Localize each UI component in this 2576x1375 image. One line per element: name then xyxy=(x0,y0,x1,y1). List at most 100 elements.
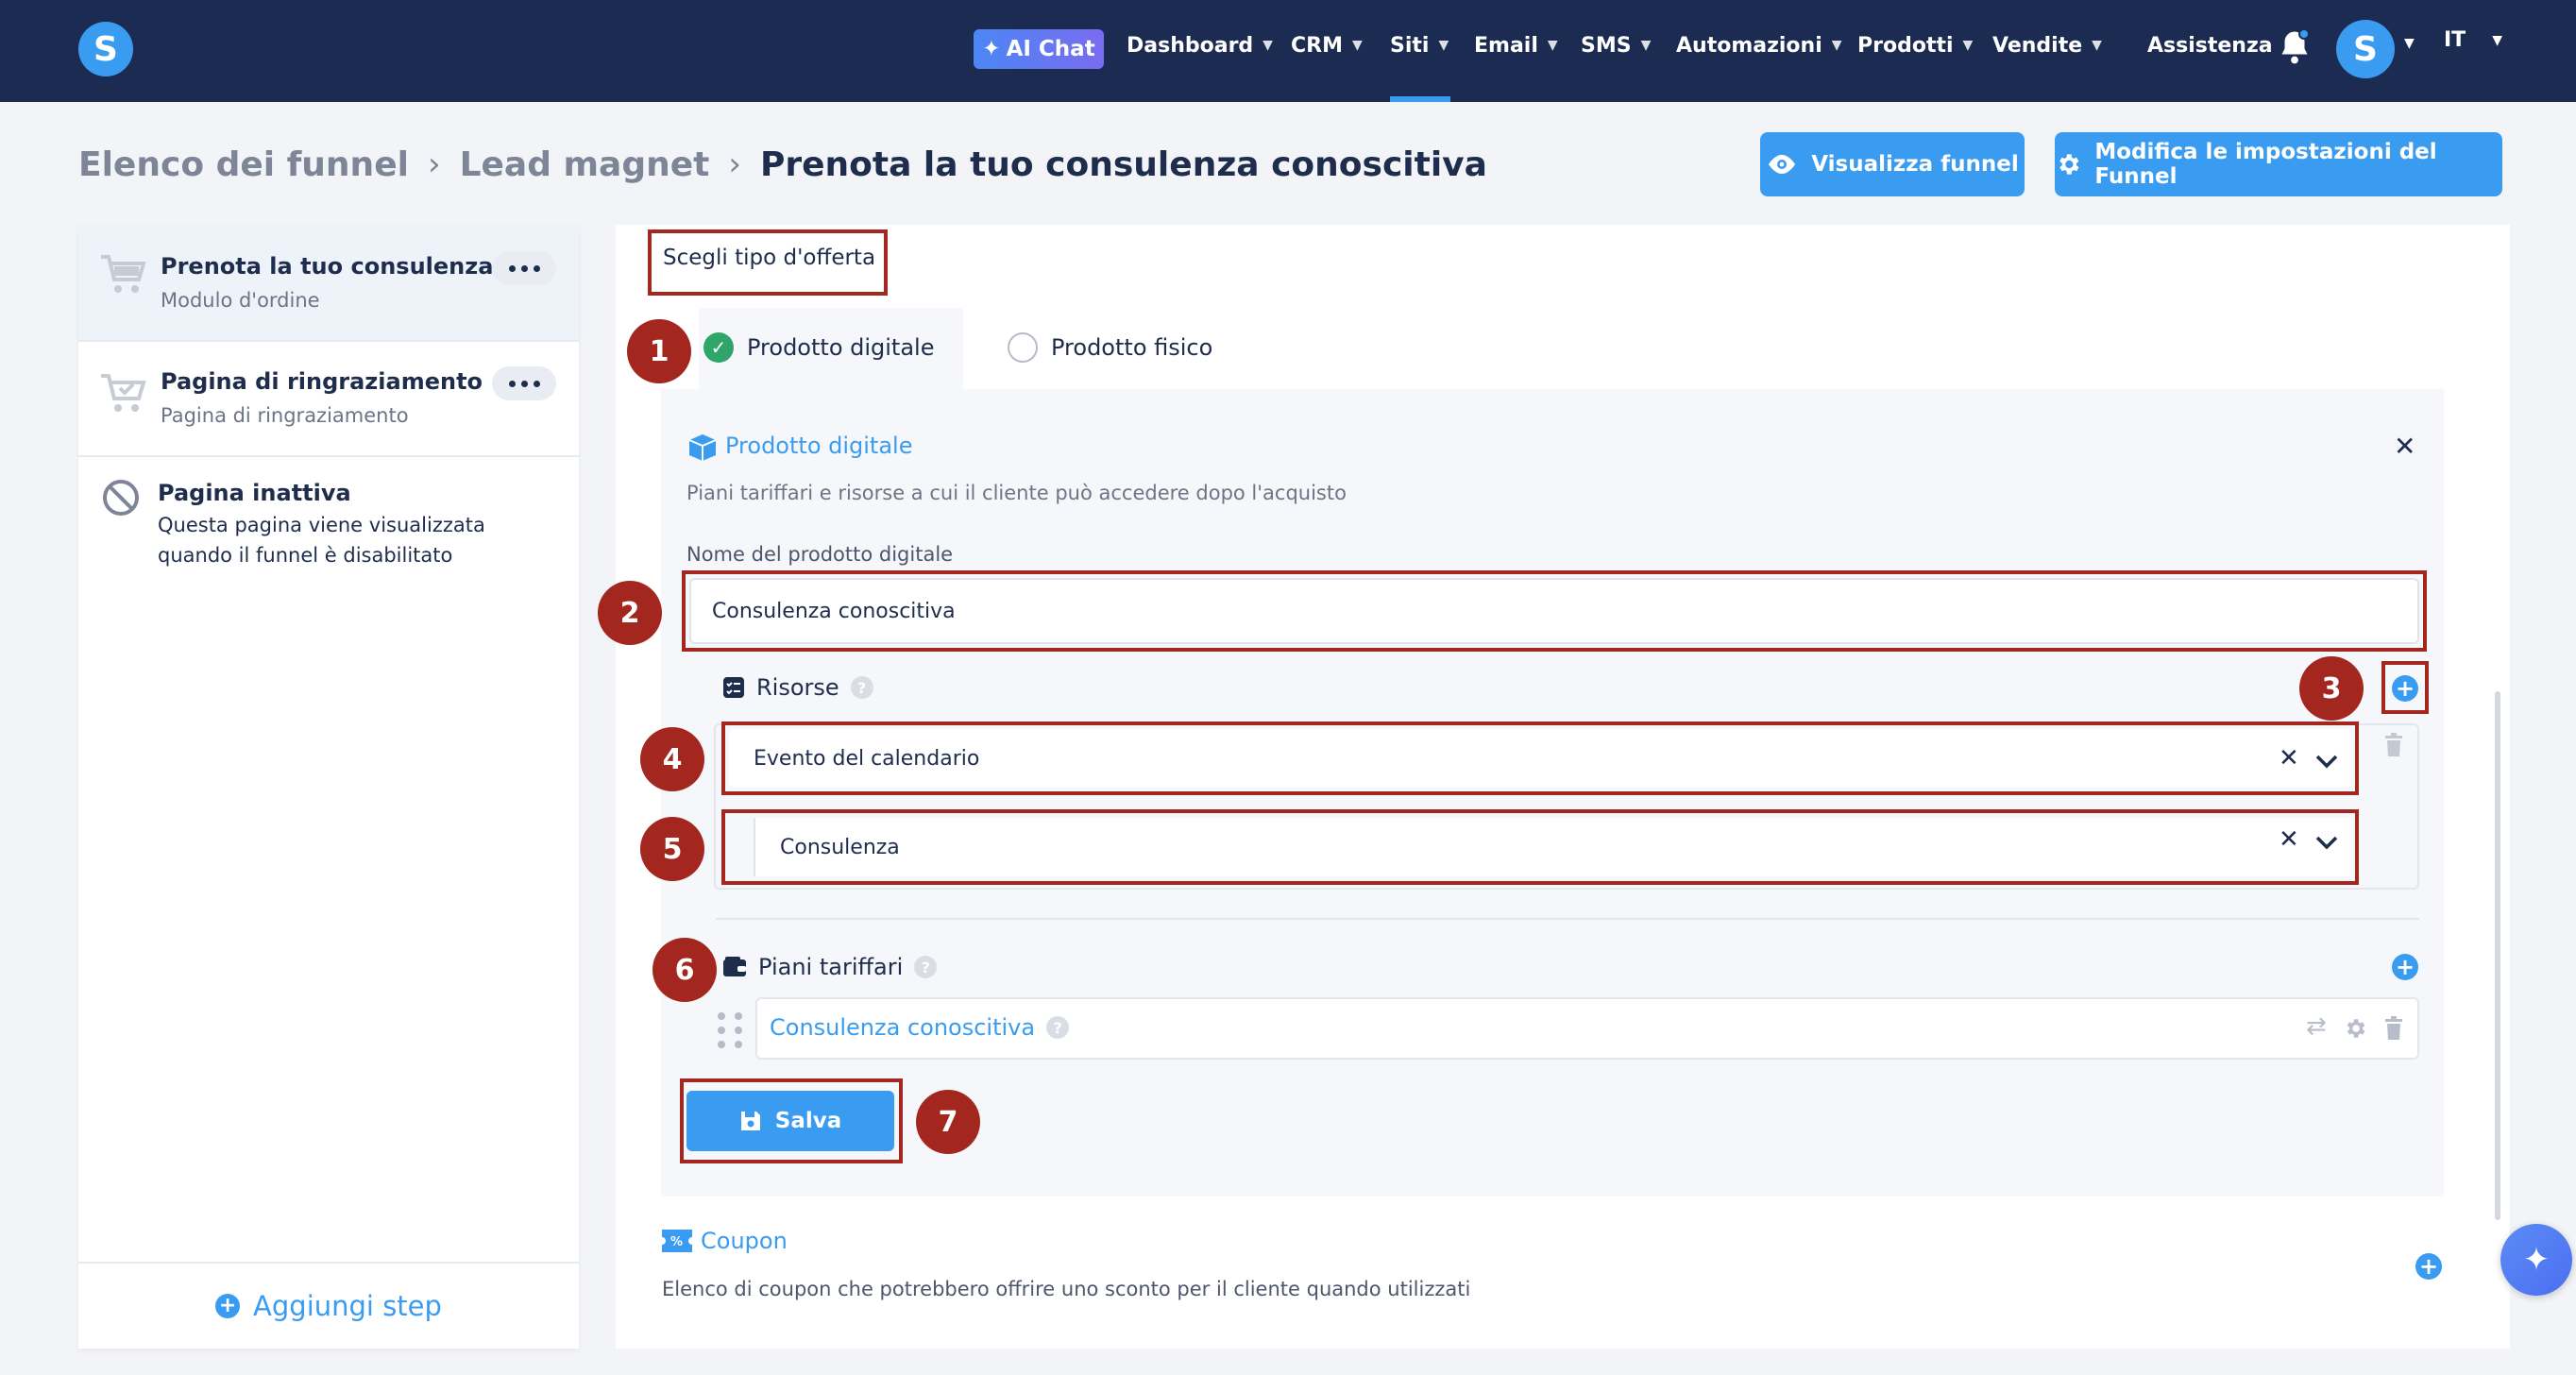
nav-active-indicator xyxy=(1390,96,1450,102)
chevron-down-icon[interactable] xyxy=(2315,835,2338,850)
panel-scrollbar[interactable] xyxy=(2495,691,2500,1220)
gear-icon[interactable] xyxy=(2343,1016,2367,1041)
add-plan-button[interactable]: + xyxy=(2392,954,2418,980)
help-icon[interactable]: ? xyxy=(1046,1016,1070,1039)
chevron-down-icon: ▼ xyxy=(1438,38,1449,53)
trash-icon[interactable] xyxy=(2383,1016,2404,1041)
language-label: IT xyxy=(2444,28,2466,52)
help-icon[interactable]: ? xyxy=(850,676,873,699)
resource-type-select[interactable]: Evento del calendario xyxy=(729,729,2351,788)
check-circle-icon[interactable]: ✓ xyxy=(703,332,734,363)
coupon-description: Elenco di coupon che potrebbero offrire … xyxy=(662,1278,1471,1300)
pricing-plan-name[interactable]: Consulenza conoscitiva xyxy=(770,1014,1035,1041)
resource-select[interactable]: Consulenza xyxy=(754,818,2351,876)
cart-check-icon xyxy=(101,374,146,412)
step-inactive-page[interactable]: Pagina inattiva Questa pagina viene visu… xyxy=(78,457,579,580)
digital-product-description: Piani tariffari e risorse a cui il clien… xyxy=(686,482,1347,504)
annotation-badge: 4 xyxy=(640,727,704,791)
physical-product-option-label[interactable]: Prodotto fisico xyxy=(1051,334,1212,361)
funnel-steps-sidebar: Prenota la tuo consulenza... Modulo d'or… xyxy=(78,225,579,1349)
ai-chat-label: AI Chat xyxy=(1006,37,1095,61)
annotation-badge: 3 xyxy=(2299,656,2364,721)
dot xyxy=(533,380,540,387)
ai-assistant-sparkle-icon[interactable]: ✦ xyxy=(2500,1224,2572,1296)
resource-value: Consulenza xyxy=(780,835,900,859)
dot xyxy=(718,1012,725,1020)
add-resource-button[interactable]: + xyxy=(2392,675,2418,702)
digital-product-option-label[interactable]: Prodotto digitale xyxy=(747,334,934,361)
nav-item-crm[interactable]: CRM ▼ xyxy=(1291,26,1363,64)
step-order-form[interactable]: Prenota la tuo consulenza... Modulo d'or… xyxy=(78,225,579,342)
support-link[interactable]: Assistenza xyxy=(2147,26,2273,64)
dot xyxy=(520,264,528,272)
step-menu-button[interactable] xyxy=(492,366,556,400)
coupon-icon: % xyxy=(662,1230,692,1252)
clear-icon[interactable]: ✕ xyxy=(2279,825,2299,854)
nav-label: SMS xyxy=(1581,33,1632,58)
pricing-plans-label: Piani tariffari xyxy=(758,954,904,980)
annotation-badge: 5 xyxy=(640,817,704,881)
ai-chat-button[interactable]: ✦ AI Chat xyxy=(974,29,1104,69)
user-avatar[interactable]: S xyxy=(2336,20,2395,78)
digital-product-title: Prodotto digitale xyxy=(725,433,913,459)
breadcrumb: Elenco dei funnel › Lead magnet › Prenot… xyxy=(78,142,1487,187)
breadcrumb-lead-magnet[interactable]: Lead magnet xyxy=(460,145,710,184)
language-selector[interactable]: IT ▼ xyxy=(2444,28,2502,52)
pricing-plan-item[interactable]: Consulenza conoscitiva ? xyxy=(770,1014,1070,1041)
add-coupon-button[interactable]: + xyxy=(2415,1253,2442,1280)
nav-item-sms[interactable]: SMS ▼ xyxy=(1581,26,1651,64)
nav-item-prodotti[interactable]: Prodotti ▼ xyxy=(1857,26,1973,64)
save-label: Salva xyxy=(774,1109,842,1133)
dot xyxy=(520,380,528,387)
clear-icon[interactable]: ✕ xyxy=(2279,744,2299,772)
nav-label: Siti xyxy=(1390,33,1430,58)
app-logo[interactable]: S xyxy=(78,22,133,76)
nav-label: Automazioni xyxy=(1676,33,1822,58)
chevron-down-icon: ▼ xyxy=(1351,38,1363,53)
save-button[interactable]: Salva xyxy=(686,1091,894,1151)
product-name-input[interactable]: Consulenza conoscitiva xyxy=(689,578,2419,644)
trash-icon[interactable] xyxy=(2383,733,2404,757)
chevron-right-icon: › xyxy=(728,145,741,183)
cart-icon xyxy=(101,255,146,293)
gear-icon xyxy=(2059,154,2079,175)
step-title: Pagina inattiva xyxy=(158,480,351,506)
nav-label: CRM xyxy=(1291,33,1343,58)
annotation-badge: 1 xyxy=(627,319,691,383)
svg-text:%: % xyxy=(670,1235,683,1249)
offer-type-heading: Scegli tipo d'offerta xyxy=(663,246,876,270)
plus-circle-icon: + xyxy=(215,1294,241,1318)
step-menu-button[interactable] xyxy=(492,251,556,285)
drag-handle-icon[interactable] xyxy=(718,1012,742,1048)
breadcrumb-funnel-list[interactable]: Elenco dei funnel xyxy=(78,145,409,184)
nav-item-automazioni[interactable]: Automazioni ▼ xyxy=(1676,26,1842,64)
checklist-icon xyxy=(723,677,744,698)
dot xyxy=(735,1027,742,1034)
notification-dot xyxy=(2298,28,2310,40)
view-funnel-label: Visualizza funnel xyxy=(1811,152,2019,177)
dot xyxy=(735,1012,742,1020)
chevron-right-icon: › xyxy=(427,145,441,183)
swap-icon[interactable]: ⇄ xyxy=(2306,1012,2327,1041)
chevron-down-icon[interactable] xyxy=(2315,754,2338,769)
step-subtitle: quando il funnel è disabilitato xyxy=(158,544,453,567)
view-funnel-button[interactable]: Visualizza funnel xyxy=(1760,132,2025,196)
chevron-down-icon[interactable]: ▼ xyxy=(2404,36,2415,51)
step-thank-you-page[interactable]: Pagina di ringraziamento Pagina di ringr… xyxy=(78,342,579,457)
step-subtitle: Modulo d'ordine xyxy=(161,289,320,312)
close-icon[interactable]: ✕ xyxy=(2394,431,2415,462)
annotation-badge: 2 xyxy=(598,581,662,645)
product-name-value: Consulenza conoscitiva xyxy=(712,599,956,623)
add-step-button[interactable]: + Aggiungi step xyxy=(78,1262,579,1349)
section-divider xyxy=(716,918,2419,920)
edit-funnel-settings-label: Modifica le impostazioni del Funnel xyxy=(2094,140,2437,189)
edit-funnel-settings-button[interactable]: Modifica le impostazioni del Funnel xyxy=(2055,132,2502,196)
nav-item-dashboard[interactable]: Dashboard ▼ xyxy=(1127,26,1273,64)
resource-type-value: Evento del calendario xyxy=(754,746,980,771)
nav-item-siti[interactable]: Siti ▼ xyxy=(1390,26,1449,64)
box-icon xyxy=(688,434,717,461)
physical-product-radio[interactable] xyxy=(1008,332,1038,363)
nav-item-vendite[interactable]: Vendite ▼ xyxy=(1992,26,2102,64)
nav-item-email[interactable]: Email ▼ xyxy=(1474,26,1558,64)
help-icon[interactable]: ? xyxy=(914,956,938,978)
